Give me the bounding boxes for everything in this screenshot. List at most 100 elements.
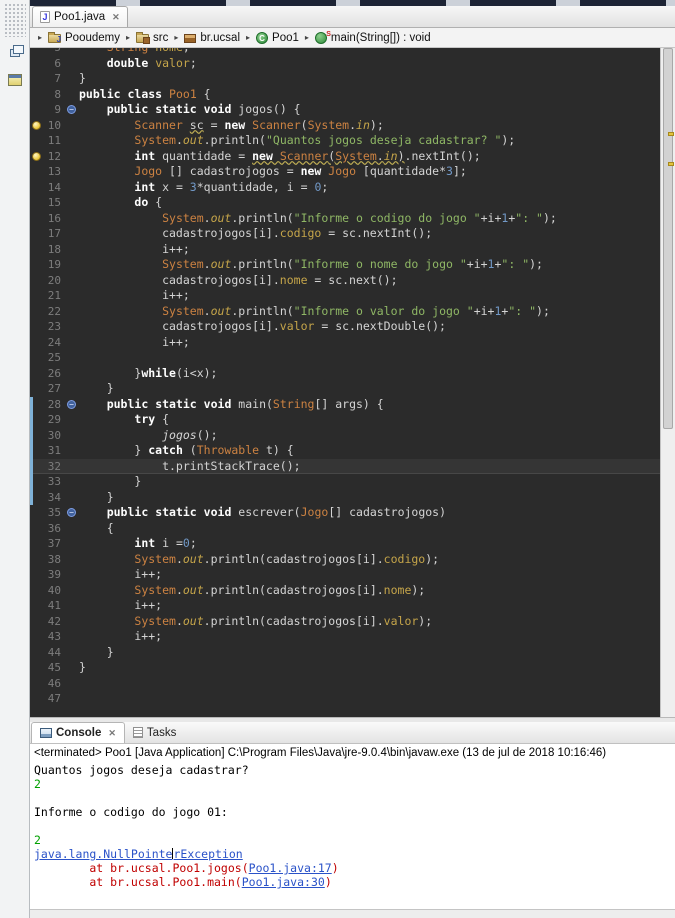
code-text[interactable]: } bbox=[79, 645, 675, 661]
line-number[interactable]: 5 bbox=[44, 48, 65, 56]
annotation-ruler-cell[interactable] bbox=[30, 133, 44, 149]
console-hyperlink[interactable]: java.lang.NullPointe bbox=[34, 847, 172, 861]
line-number[interactable]: 44 bbox=[44, 645, 65, 661]
editor-scrollbar[interactable] bbox=[660, 48, 675, 717]
line-number[interactable]: 31 bbox=[44, 443, 65, 459]
code-text[interactable]: cadastrojogos[i].nome = sc.next(); bbox=[79, 273, 675, 289]
code-line[interactable]: 20 cadastrojogos[i].nome = sc.next(); bbox=[30, 273, 675, 289]
annotation-ruler-cell[interactable] bbox=[30, 412, 44, 428]
code-line[interactable]: 37 int i =0; bbox=[30, 536, 675, 552]
code-line[interactable]: 31 } catch (Throwable t) { bbox=[30, 443, 675, 459]
code-line[interactable]: 6 double valor; bbox=[30, 56, 675, 72]
console-hyperlink[interactable]: Poo1.java:30 bbox=[242, 875, 325, 889]
code-text[interactable]: }while(i<x); bbox=[79, 366, 675, 382]
code-text[interactable]: Scanner sc = new Scanner(System.in); bbox=[79, 118, 675, 134]
line-number[interactable]: 12 bbox=[44, 149, 65, 165]
code-line[interactable]: 7} bbox=[30, 71, 675, 87]
code-line[interactable]: 12 int quantidade = new Scanner(System.i… bbox=[30, 149, 675, 165]
overview-warning-mark[interactable] bbox=[668, 162, 674, 166]
code-text[interactable]: } bbox=[79, 474, 675, 490]
fold-marker-icon[interactable]: − bbox=[67, 399, 76, 409]
annotation-ruler-cell[interactable] bbox=[30, 366, 44, 382]
line-number[interactable]: 20 bbox=[44, 273, 65, 289]
fold-marker-icon[interactable]: − bbox=[67, 105, 76, 114]
annotation-ruler-cell[interactable] bbox=[30, 676, 44, 692]
code-line[interactable]: 45} bbox=[30, 660, 675, 676]
annotation-ruler-cell[interactable] bbox=[30, 149, 44, 165]
annotation-ruler-cell[interactable] bbox=[30, 459, 44, 475]
code-text[interactable]: try { bbox=[79, 412, 675, 428]
line-number[interactable]: 27 bbox=[44, 381, 65, 397]
annotation-ruler-cell[interactable] bbox=[30, 71, 44, 87]
annotation-ruler-cell[interactable] bbox=[30, 319, 44, 335]
line-number[interactable]: 30 bbox=[44, 428, 65, 444]
code-text[interactable]: i++; bbox=[79, 629, 675, 645]
annotation-ruler-cell[interactable] bbox=[30, 195, 44, 211]
annotation-ruler-cell[interactable] bbox=[30, 87, 44, 103]
line-number[interactable]: 23 bbox=[44, 319, 65, 335]
code-text[interactable]: } catch (Throwable t) { bbox=[79, 443, 675, 459]
annotation-ruler-cell[interactable] bbox=[30, 583, 44, 599]
scrollbar-thumb[interactable] bbox=[663, 48, 673, 430]
code-text[interactable]: } bbox=[79, 490, 675, 506]
code-line[interactable]: 39 i++; bbox=[30, 567, 675, 583]
code-line[interactable]: 34 } bbox=[30, 490, 675, 506]
code-line[interactable]: 14 int x = 3*quantidade, i = 0; bbox=[30, 180, 675, 196]
code-line[interactable]: 30 jogos(); bbox=[30, 428, 675, 444]
code-text[interactable]: int quantidade = new Scanner(System.in).… bbox=[79, 149, 675, 165]
code-text[interactable]: t.printStackTrace(); bbox=[79, 459, 675, 475]
code-text[interactable]: i++; bbox=[79, 598, 675, 614]
code-text[interactable]: System.out.println(cadastrojogos[i].nome… bbox=[79, 583, 675, 599]
line-number[interactable]: 26 bbox=[44, 366, 65, 382]
code-line[interactable]: 40 System.out.println(cadastrojogos[i].n… bbox=[30, 583, 675, 599]
code-line[interactable]: 15 do { bbox=[30, 195, 675, 211]
code-text[interactable]: } bbox=[79, 71, 675, 87]
code-line[interactable]: 11 System.out.println("Quantos jogos des… bbox=[30, 133, 675, 149]
annotation-ruler-cell[interactable] bbox=[30, 567, 44, 583]
code-text[interactable]: System.out.println("Informe o nome do jo… bbox=[79, 257, 675, 273]
line-number[interactable]: 16 bbox=[44, 211, 65, 227]
code-text[interactable]: cadastrojogos[i].codigo = sc.nextInt(); bbox=[79, 226, 675, 242]
code-line[interactable]: 24 i++; bbox=[30, 335, 675, 351]
code-line[interactable]: 22 System.out.println("Informe o valor d… bbox=[30, 304, 675, 320]
code-line[interactable]: 44 } bbox=[30, 645, 675, 661]
code-line[interactable]: 41 i++; bbox=[30, 598, 675, 614]
line-number[interactable]: 7 bbox=[44, 71, 65, 87]
annotation-ruler-cell[interactable] bbox=[30, 614, 44, 630]
console-hyperlink[interactable]: rException bbox=[173, 847, 242, 861]
line-number[interactable]: 28 bbox=[44, 397, 65, 413]
code-text[interactable]: { bbox=[79, 521, 675, 537]
annotation-ruler-cell[interactable] bbox=[30, 350, 44, 366]
code-line[interactable]: 36 { bbox=[30, 521, 675, 537]
annotation-ruler-cell[interactable] bbox=[30, 226, 44, 242]
line-number[interactable]: 39 bbox=[44, 567, 65, 583]
code-text[interactable]: System.out.println("Quantos jogos deseja… bbox=[79, 133, 675, 149]
line-number[interactable]: 6 bbox=[44, 56, 65, 72]
line-number[interactable]: 38 bbox=[44, 552, 65, 568]
code-line[interactable]: 29 try { bbox=[30, 412, 675, 428]
code-line[interactable]: 23 cadastrojogos[i].valor = sc.nextDoubl… bbox=[30, 319, 675, 335]
code-text[interactable]: i++; bbox=[79, 335, 675, 351]
code-text[interactable]: } bbox=[79, 660, 675, 676]
line-number[interactable]: 22 bbox=[44, 304, 65, 320]
code-line[interactable]: 16 System.out.println("Informe o codigo … bbox=[30, 211, 675, 227]
code-text[interactable]: do { bbox=[79, 195, 675, 211]
annotation-ruler-cell[interactable] bbox=[30, 242, 44, 258]
code-text[interactable]: System.out.println(cadastrojogos[i].codi… bbox=[79, 552, 675, 568]
code-line[interactable]: 13 Jogo [] cadastrojogos = new Jogo [qua… bbox=[30, 164, 675, 180]
code-text[interactable]: System.out.println("Informe o valor do j… bbox=[79, 304, 675, 320]
annotation-ruler-cell[interactable] bbox=[30, 257, 44, 273]
breadcrumb-item-2[interactable]: br.ucsal bbox=[182, 31, 242, 45]
code-line[interactable]: 46 bbox=[30, 676, 675, 692]
line-number[interactable]: 9 bbox=[44, 102, 65, 118]
annotation-ruler-cell[interactable] bbox=[30, 428, 44, 444]
code-text[interactable]: public static void jogos() { bbox=[79, 102, 675, 118]
line-number[interactable]: 10 bbox=[44, 118, 65, 134]
code-line[interactable]: 32 t.printStackTrace(); bbox=[30, 458, 675, 475]
annotation-ruler-cell[interactable] bbox=[30, 474, 44, 490]
code-line[interactable]: 28− public static void main(String[] arg… bbox=[30, 397, 675, 413]
annotation-ruler-cell[interactable] bbox=[30, 691, 44, 707]
code-line[interactable]: 27 } bbox=[30, 381, 675, 397]
annotation-ruler-cell[interactable] bbox=[30, 304, 44, 320]
code-text[interactable]: int i =0; bbox=[79, 536, 675, 552]
